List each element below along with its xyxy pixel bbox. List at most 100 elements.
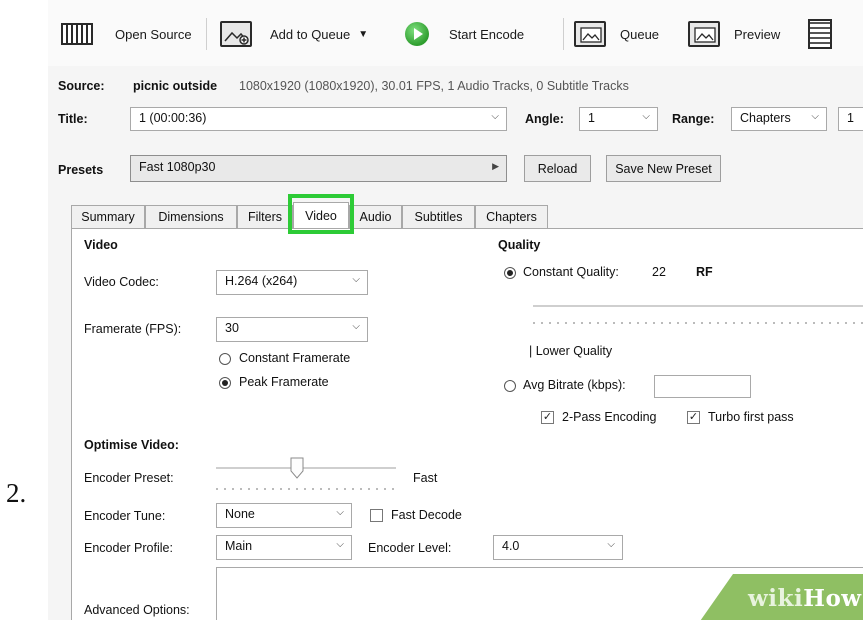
two-pass-checkbox[interactable]: ✓ — [541, 411, 554, 424]
angle-label: Angle: — [525, 112, 564, 126]
source-label: Source: — [58, 79, 105, 93]
encoder-preset-ticks — [216, 488, 396, 490]
presets-value: Fast 1080p30 — [139, 160, 216, 174]
chevron-down-icon[interactable]: ▼ — [358, 29, 368, 40]
preview-button[interactable]: Preview — [688, 16, 780, 52]
chevron-down-icon: ⌵ — [336, 507, 344, 518]
chevron-down-icon: ⌵ — [336, 539, 344, 550]
two-pass-label: 2-Pass Encoding — [562, 410, 657, 424]
start-encode-label: Start Encode — [449, 26, 525, 42]
encoder-level-value: 4.0 — [502, 539, 520, 553]
encoder-tune-value: None — [225, 507, 255, 521]
queue-icon — [574, 21, 606, 47]
quality-slider-ticks — [533, 322, 863, 324]
save-new-preset-button[interactable]: Save New Preset — [606, 155, 721, 182]
chevron-down-icon: ⌵ — [811, 111, 819, 122]
encoder-level-select[interactable]: 4.0 ⌵ — [493, 535, 623, 560]
tab-subtitles[interactable]: Subtitles — [402, 205, 475, 228]
video-heading: Video — [84, 238, 118, 252]
constant-quality-radio[interactable] — [504, 267, 516, 279]
angle-value: 1 — [588, 111, 595, 125]
chevron-down-icon: ⌵ — [642, 111, 650, 122]
peak-framerate-radio[interactable] — [219, 377, 231, 389]
chevron-right-icon: ▶ — [492, 161, 499, 171]
advanced-options-label: Advanced Options: — [84, 603, 190, 617]
fast-decode-label: Fast Decode — [391, 508, 462, 522]
tab-chapters[interactable]: Chapters — [475, 205, 548, 228]
rf-label: RF — [696, 265, 713, 279]
queue-button[interactable]: Queue — [574, 16, 659, 52]
open-source-button[interactable]: Open Source — [61, 16, 192, 52]
wikihow-logo: wikiHow — [748, 585, 862, 612]
framerate-value: 30 — [225, 321, 239, 335]
step-number: 2. — [6, 478, 27, 508]
chevron-down-icon: ⌵ — [607, 539, 615, 550]
tab-summary[interactable]: Summary — [71, 205, 145, 228]
title-label: Title: — [58, 112, 88, 126]
quality-heading: Quality — [498, 238, 541, 252]
presets-select[interactable]: Fast 1080p30 ▶ — [130, 155, 507, 182]
tab-filters[interactable]: Filters — [237, 205, 293, 228]
quality-slider[interactable] — [533, 305, 863, 307]
avg-bitrate-input[interactable] — [654, 375, 751, 398]
peak-framerate-label: Peak Framerate — [239, 375, 329, 389]
video-settings-panel — [71, 228, 863, 620]
range-value: Chapters — [740, 111, 791, 125]
encoder-profile-select[interactable]: Main ⌵ — [216, 535, 352, 560]
activity-log-icon — [808, 19, 832, 49]
chevron-down-icon: ⌵ — [352, 274, 360, 285]
encoder-preset-slider[interactable] — [216, 467, 396, 469]
toolbar: Open Source Add to Queue ▼ Start Encode … — [48, 0, 863, 66]
encoder-tune-label: Encoder Tune: — [84, 509, 166, 523]
reload-button[interactable]: Reload — [524, 155, 591, 182]
tab-audio[interactable]: Audio — [349, 205, 402, 228]
constant-quality-label: Constant Quality: — [523, 265, 619, 279]
video-tab-highlight — [288, 194, 354, 234]
encoder-tune-select[interactable]: None ⌵ — [216, 503, 352, 528]
constant-framerate-label: Constant Framerate — [239, 351, 351, 365]
lower-quality-label: | Lower Quality — [529, 344, 613, 358]
range-label: Range: — [672, 112, 715, 126]
presets-label: Presets — [58, 163, 104, 177]
range-select[interactable]: Chapters ⌵ — [731, 107, 827, 131]
add-to-queue-label: Add to Queue — [270, 26, 351, 42]
preview-label: Preview — [734, 26, 781, 42]
tab-dimensions[interactable]: Dimensions — [145, 205, 237, 228]
encoder-level-label: Encoder Level: — [368, 541, 452, 555]
framerate-select[interactable]: 30 ⌵ — [216, 317, 368, 342]
optimise-heading: Optimise Video: — [84, 438, 179, 452]
avg-bitrate-radio[interactable] — [504, 380, 516, 392]
activity-log-button[interactable] — [808, 16, 832, 52]
angle-select[interactable]: 1 ⌵ — [579, 107, 658, 131]
handbrake-window: Open Source Add to Queue ▼ Start Encode … — [48, 0, 863, 620]
fast-decode-checkbox[interactable] — [370, 509, 383, 522]
video-codec-value: H.264 (x264) — [225, 274, 298, 288]
constant-quality-value: 22 — [652, 265, 666, 279]
chevron-down-icon: ⌵ — [491, 111, 499, 122]
encoder-preset-label: Encoder Preset: — [84, 471, 174, 485]
source-details: 1080x1920 (1080x1920), 30.01 FPS, 1 Audi… — [239, 79, 629, 93]
range-start-value: 1 — [847, 111, 854, 125]
start-encode-button[interactable]: Start Encode — [405, 16, 524, 52]
encoder-profile-label: Encoder Profile: — [84, 541, 173, 555]
preview-icon — [688, 21, 720, 47]
range-start-select[interactable]: 1 ⌵ — [838, 107, 863, 131]
encoder-profile-value: Main — [225, 539, 253, 553]
add-to-queue-button[interactable]: Add to Queue ▼ — [220, 16, 368, 52]
play-icon — [405, 22, 429, 46]
video-codec-label: Video Codec: — [84, 275, 159, 289]
queue-label: Queue — [620, 26, 660, 42]
source-name: picnic outside — [133, 79, 218, 93]
film-icon — [61, 23, 93, 45]
chevron-down-icon: ⌵ — [352, 321, 360, 332]
add-queue-icon — [220, 21, 252, 47]
encoder-preset-thumb[interactable] — [290, 457, 304, 479]
constant-framerate-radio[interactable] — [219, 353, 231, 365]
title-select[interactable]: 1 (00:00:36) ⌵ — [130, 107, 507, 131]
title-value: 1 (00:00:36) — [139, 111, 207, 125]
avg-bitrate-label: Avg Bitrate (kbps): — [523, 378, 626, 392]
encoder-preset-value: Fast — [413, 471, 438, 485]
framerate-label: Framerate (FPS): — [84, 322, 182, 336]
turbo-checkbox[interactable]: ✓ — [687, 411, 700, 424]
video-codec-select[interactable]: H.264 (x264) ⌵ — [216, 270, 368, 295]
